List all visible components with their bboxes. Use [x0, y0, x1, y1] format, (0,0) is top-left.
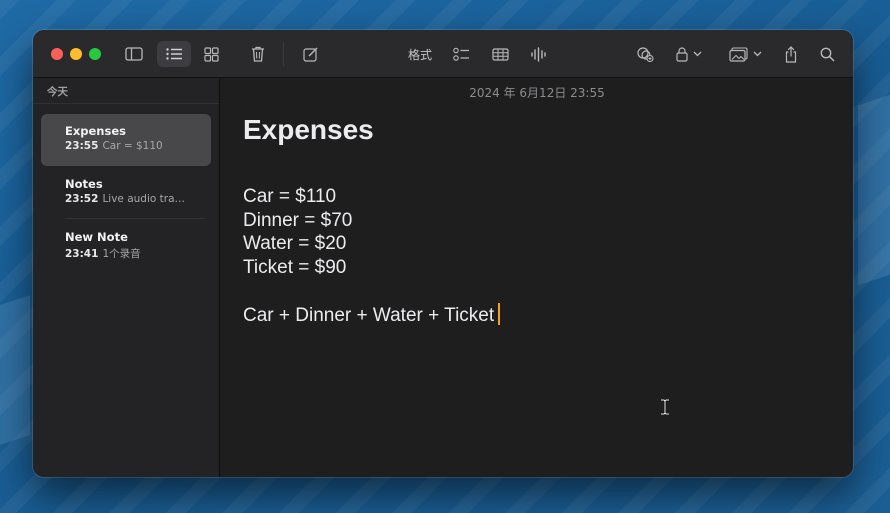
- note-meta: 23:55 Car = $110: [65, 140, 211, 152]
- gallery-view-button[interactable]: [198, 41, 224, 67]
- table-icon: [491, 47, 509, 61]
- sidebar-toggle-button[interactable]: [121, 41, 147, 67]
- note-time: 23:41: [65, 248, 99, 260]
- note-meta: 23:52 Live audio tra…: [65, 193, 211, 205]
- note-date: 2024 年 6月12日 23:55: [469, 86, 605, 100]
- note-line[interactable]: Car = $110: [243, 185, 500, 209]
- note-line[interactable]: Ticket = $90: [243, 256, 500, 280]
- note-title: Expenses: [65, 124, 126, 138]
- compose-button[interactable]: [297, 41, 323, 67]
- note-list-item-notes[interactable]: Notes 23:52 Live audio tra…: [41, 167, 211, 219]
- checklist-icon: [452, 47, 469, 61]
- checklist-button[interactable]: [448, 41, 474, 67]
- delete-note-button[interactable]: [245, 41, 271, 67]
- section-divider: [33, 103, 219, 104]
- note-line[interactable]: Dinner = $70: [243, 209, 500, 233]
- note-preview: 1个录音: [102, 248, 141, 260]
- note-preview: Live audio tra…: [102, 193, 186, 205]
- share-button[interactable]: [779, 41, 803, 67]
- record-audio-button[interactable]: [525, 41, 551, 67]
- audio-waveform-icon: [530, 46, 546, 62]
- note-time: 23:52: [65, 193, 99, 205]
- formula-line[interactable]: Car + Dinner + Water + Ticket: [243, 302, 501, 327]
- compose-icon: [302, 47, 317, 62]
- media-icon: [728, 46, 748, 62]
- notes-sidebar: 今天 Expenses 23:55 Car = $110 Notes 23:52 L…: [33, 78, 220, 477]
- share-icon: [785, 45, 797, 63]
- collaborate-button[interactable]: [631, 41, 659, 67]
- note-heading[interactable]: Expenses: [243, 114, 374, 146]
- gallery-view-icon: [203, 46, 219, 62]
- ibeam-cursor-icon: [661, 399, 669, 415]
- note-title: Notes: [65, 177, 103, 191]
- note-line[interactable]: Water = $20: [243, 232, 500, 256]
- zoom-window-button[interactable]: [89, 48, 101, 60]
- trash-icon: [252, 46, 264, 62]
- notes-window: 格式 今天 Expenses 23:55 Car = $110 Notes 23…: [33, 30, 853, 477]
- section-label-today: 今天: [47, 86, 68, 98]
- close-window-button[interactable]: [51, 48, 63, 60]
- table-button[interactable]: [487, 41, 513, 67]
- note-body[interactable]: Car = $110 Dinner = $70 Water = $20 Tick…: [243, 185, 501, 327]
- search-button[interactable]: [815, 41, 839, 67]
- formula-text[interactable]: Car + Dinner + Water + Ticket: [243, 305, 494, 326]
- toolbar: 格式: [33, 30, 853, 78]
- note-list-item-new-note[interactable]: New Note 23:41 1个录音: [41, 220, 211, 272]
- note-title: New Note: [65, 230, 128, 244]
- list-view-icon: [166, 48, 182, 60]
- toolbar-separator: [283, 42, 284, 66]
- collaborate-icon: [637, 47, 654, 62]
- chevron-down-icon: [693, 51, 702, 57]
- list-view-button[interactable]: [157, 41, 191, 67]
- note-meta: 23:41 1个录音: [65, 246, 211, 261]
- note-list-item-expenses[interactable]: Expenses 23:55 Car = $110: [41, 114, 211, 166]
- media-button[interactable]: [725, 41, 765, 67]
- wallpaper-shard: [0, 295, 30, 445]
- format-label: 格式: [407, 47, 432, 62]
- format-button[interactable]: 格式: [403, 41, 437, 67]
- note-editor[interactable]: 2024 年 6月12日 23:55 Expenses Car = $110 D…: [221, 78, 853, 477]
- chevron-down-icon: [753, 51, 761, 57]
- lock-icon: [676, 46, 688, 62]
- lock-button[interactable]: [671, 41, 707, 67]
- sidebar-toggle-icon: [125, 47, 143, 61]
- search-icon: [820, 47, 835, 62]
- minimize-window-button[interactable]: [70, 48, 82, 60]
- note-preview: Car = $110: [102, 140, 163, 152]
- note-time: 23:55: [65, 140, 99, 152]
- text-caret: [498, 302, 501, 325]
- list-divider: [65, 218, 205, 219]
- wallpaper-shard: [858, 94, 890, 286]
